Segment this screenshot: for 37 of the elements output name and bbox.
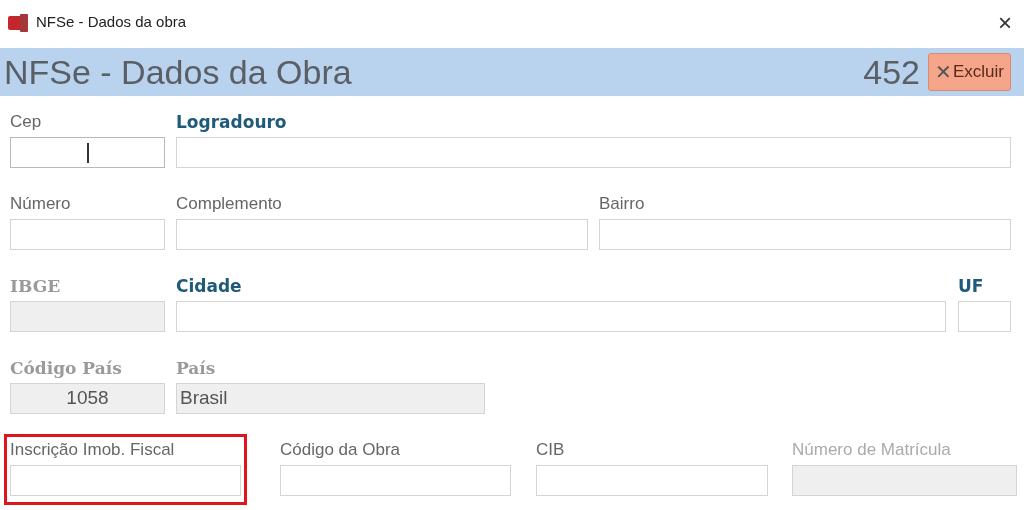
field-label: Cep: [10, 111, 43, 133]
field-label: UF: [958, 275, 985, 297]
field-label: CIB: [536, 439, 566, 461]
field-label: Cidade: [176, 275, 243, 297]
text-field[interactable]: [958, 301, 1011, 332]
field-value: Brasil: [180, 386, 228, 411]
text-field[interactable]: [792, 465, 1017, 496]
form-title: NFSe - Dados da Obra: [4, 51, 352, 93]
text-field[interactable]: [176, 219, 588, 250]
field-label: Bairro: [599, 193, 646, 215]
text-field[interactable]: [10, 137, 165, 168]
close-button[interactable]: ×: [994, 10, 1016, 35]
text-field[interactable]: [280, 465, 511, 496]
field-label: Número: [10, 193, 72, 215]
text-field[interactable]: [10, 219, 165, 250]
field-label: Código da Obra: [280, 439, 402, 461]
field-label: Complemento: [176, 193, 283, 215]
text-field[interactable]: [599, 219, 1011, 250]
text-field[interactable]: [176, 301, 946, 332]
delete-button[interactable]: ✕Excluir: [928, 53, 1011, 91]
record-number: 452: [863, 51, 920, 93]
field-label: IBGE: [10, 275, 62, 297]
field-label: Número de Matrícula: [792, 439, 952, 461]
field-label: País: [176, 357, 217, 379]
field-label: Logradouro: [176, 111, 288, 133]
text-cursor: [86, 142, 89, 163]
text-field[interactable]: [10, 465, 241, 496]
field-label: Código País: [10, 357, 123, 379]
text-field[interactable]: [536, 465, 768, 496]
field-label: Inscrição Imob. Fiscal: [10, 439, 176, 461]
field-value: 1058: [66, 386, 109, 411]
window-title: NFSe - Dados da obra: [36, 12, 187, 33]
text-field[interactable]: 1058: [10, 383, 165, 414]
text-field[interactable]: [10, 301, 165, 332]
text-field[interactable]: [176, 137, 1011, 168]
app-icon: [8, 13, 28, 32]
text-field[interactable]: Brasil: [176, 383, 485, 414]
